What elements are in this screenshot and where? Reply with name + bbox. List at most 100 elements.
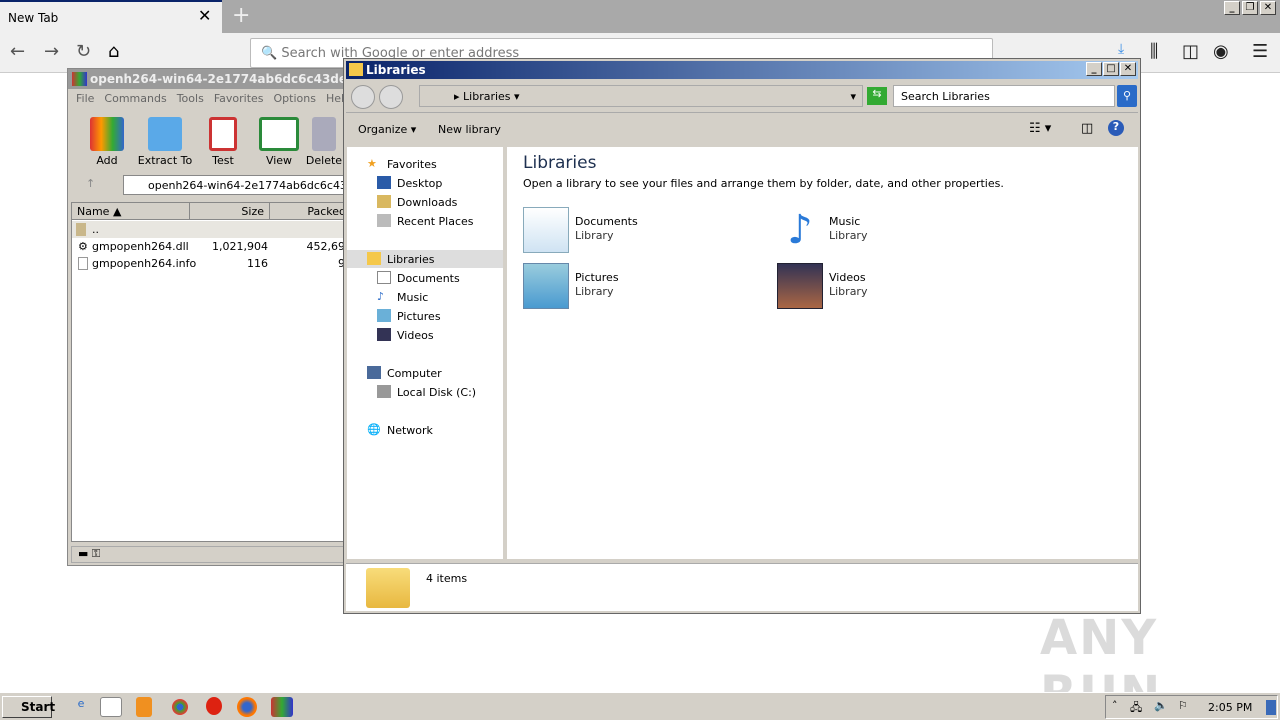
nav-favorites[interactable]: ★ Favorites (347, 155, 503, 173)
nav-downloads[interactable]: Downloads (347, 193, 503, 211)
close-tab-icon[interactable]: ✕ (198, 6, 211, 25)
delete-label: Delete (305, 154, 343, 167)
search-input[interactable]: Search Libraries (893, 85, 1115, 107)
preview-pane-icon[interactable]: ◫ (1081, 121, 1093, 136)
tab-new-tab[interactable]: New Tab (0, 0, 222, 33)
firefox-icon[interactable] (237, 697, 257, 717)
ie-icon[interactable]: e (70, 697, 92, 717)
library-icon[interactable]: ⫼ (1150, 41, 1158, 62)
nav-network[interactable]: 🌐 Network (347, 421, 503, 439)
nav-music[interactable]: ♪ Music (347, 288, 503, 306)
library-name: Music (829, 215, 861, 228)
organize-button[interactable]: Organize ▾ (358, 123, 416, 136)
sidebar-icon[interactable]: ◫ (1182, 41, 1199, 62)
add-button[interactable]: Add (77, 117, 137, 167)
close-button[interactable]: ✕ (1260, 1, 1276, 15)
minimize-button[interactable]: _ (1224, 1, 1240, 15)
column-size[interactable]: Size (190, 203, 270, 220)
network-tray-icon[interactable]: 🖧 (1130, 699, 1142, 718)
table-row[interactable]: ⚙ gmpopenh264.dll 1,021,904 452,690 (72, 238, 352, 255)
command-bar: Organize ▾ New library ☷ ▾ ◫ ? (346, 115, 1138, 143)
desktop-icon (377, 176, 391, 189)
library-documents[interactable]: Documents Library (523, 207, 753, 257)
view-options-icon[interactable]: ☷ ▾ (1029, 121, 1051, 136)
menu-tools[interactable]: Tools (177, 92, 204, 105)
restore-button[interactable]: ❐ (1242, 1, 1258, 15)
forward-icon[interactable]: → (44, 41, 59, 62)
media-player-icon[interactable] (136, 697, 152, 717)
library-music[interactable]: ♪ Music Library (777, 207, 1007, 257)
search-icon[interactable]: ⚲ (1117, 85, 1137, 107)
back-button[interactable] (351, 85, 375, 109)
file-size: 1,021,904 (212, 240, 268, 253)
action-center-flag-icon[interactable]: ⚐ (1178, 699, 1188, 712)
nav-label: Music (397, 291, 429, 304)
volume-icon[interactable]: 🔈 (1154, 699, 1168, 712)
file-icon (78, 257, 88, 270)
clock[interactable]: 2:05 PM (1208, 701, 1252, 714)
close-button[interactable]: ✕ (1120, 62, 1136, 76)
show-hidden-icons[interactable]: ˄ (1112, 699, 1118, 712)
reload-icon[interactable]: ↻ (76, 41, 91, 62)
start-label: Start (21, 700, 56, 714)
music-library-icon: ♪ (787, 207, 813, 253)
chrome-icon[interactable] (172, 699, 188, 715)
column-size-label: Size (241, 205, 264, 218)
nav-computer[interactable]: Computer (347, 364, 503, 382)
nav-pictures[interactable]: Pictures (347, 307, 503, 325)
minimize-button[interactable]: _ (1086, 62, 1102, 76)
nav-label: Pictures (397, 310, 441, 323)
add-label: Add (96, 154, 118, 167)
help-icon[interactable]: ? (1108, 120, 1124, 136)
extract-to-button[interactable]: Extract To (135, 117, 195, 167)
column-name-label: Name (77, 205, 110, 218)
new-library-button[interactable]: New library (438, 123, 501, 136)
account-icon[interactable]: ◉ (1213, 41, 1229, 62)
view-button[interactable]: View (249, 117, 309, 167)
libraries-icon (367, 252, 381, 265)
column-packed-label: Packed (307, 205, 346, 218)
home-icon[interactable]: ⌂ (108, 41, 119, 62)
library-videos[interactable]: Videos Library (777, 263, 1007, 313)
refresh-icon[interactable]: ⇆ (867, 87, 887, 105)
menu-favorites[interactable]: Favorites (214, 92, 264, 105)
menu-file[interactable]: File (76, 92, 94, 105)
column-packed[interactable]: Packed (270, 203, 352, 220)
back-icon[interactable]: ← (10, 41, 25, 62)
column-name[interactable]: Name ▲ (72, 203, 190, 220)
winrar-taskbar-icon[interactable] (271, 697, 293, 717)
menu-commands[interactable]: Commands (104, 92, 166, 105)
maximize-button[interactable]: □ (1103, 62, 1119, 76)
menu-options[interactable]: Options (274, 92, 316, 105)
nav-documents[interactable]: Documents (347, 269, 503, 287)
show-desktop-button[interactable] (1266, 700, 1276, 715)
explorer-taskbar-icon[interactable] (100, 697, 122, 717)
library-name: Pictures (575, 271, 619, 284)
address-bar[interactable]: ▸ Libraries ▾ ▾ (419, 85, 863, 107)
address-dropdown-icon[interactable]: ▾ (850, 90, 856, 103)
computer-icon (367, 366, 381, 379)
nav-desktop[interactable]: Desktop (347, 174, 503, 192)
new-tab-icon[interactable]: + (232, 3, 250, 28)
start-button[interactable]: Start (2, 696, 56, 718)
browser-tab-bar: New Tab ✕ + _ ❐ ✕ (0, 0, 1280, 33)
download-icon[interactable]: ⤓ (1118, 41, 1124, 57)
library-type: Library (829, 229, 868, 242)
nav-recent-places[interactable]: Recent Places (347, 212, 503, 230)
nav-videos[interactable]: Videos (347, 326, 503, 344)
up-folder-icon[interactable]: ↑ (86, 177, 95, 190)
archive-path-field[interactable]: openh264-win64-2e1774ab6dc6c43debb0b5 (123, 175, 363, 195)
table-row[interactable]: .. (72, 221, 352, 238)
item-count: 4 items (426, 572, 468, 585)
library-name: Documents (575, 215, 638, 228)
nav-local-disk[interactable]: Local Disk (C:) (347, 383, 503, 401)
delete-button[interactable]: Delete (302, 117, 346, 167)
opera-icon[interactable] (206, 697, 222, 715)
nav-libraries[interactable]: Libraries (347, 250, 503, 268)
table-row[interactable]: gmpopenh264.info11697 (72, 255, 352, 272)
forward-button[interactable] (379, 85, 403, 109)
menu-icon[interactable]: ☰ (1252, 41, 1268, 62)
library-type: Library (829, 285, 868, 298)
test-button[interactable]: Test (193, 117, 253, 167)
library-pictures[interactable]: Pictures Library (523, 263, 753, 313)
